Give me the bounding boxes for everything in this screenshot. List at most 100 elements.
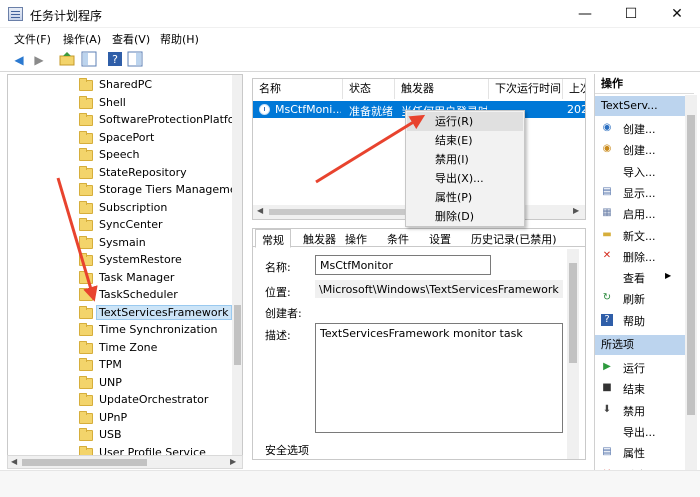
tree-item-label: StateRepository [99,165,187,179]
help-icon[interactable]: ? [106,51,124,69]
action-item[interactable]: ? 帮助 [595,310,687,331]
close-button[interactable]: ✕ [654,0,700,28]
action-item[interactable]: ▬ 新文... [595,225,687,246]
action-item-label: 结束 [623,383,645,397]
tree-item[interactable]: UpdateOrchestrator [8,392,232,410]
column-name[interactable]: 名称 [253,79,343,99]
detail-vertical-scrollbar[interactable] [567,249,579,459]
refresh-icon: ↻ [602,292,612,304]
status-strip [0,470,700,497]
tree-item[interactable]: TPM [8,357,232,375]
action-item[interactable]: ■ 结束 [595,378,687,399]
action-item-label: 删除... [623,250,656,264]
tree-item[interactable]: USB [8,427,232,445]
tree-item-label: Task Manager [99,270,175,284]
tree-item-label: SyncCenter [99,218,163,231]
menu-item-end[interactable]: 结束(E) [407,131,523,150]
tree-item[interactable]: Subscription [8,200,232,218]
menu-item-run[interactable]: 运行(R) [407,112,523,131]
tree-item[interactable]: Task Manager [8,270,232,288]
tree-item[interactable]: Storage Tiers Management [8,182,242,200]
maximize-button[interactable]: ☐ [608,0,654,28]
folder-icon [79,323,93,336]
name-label: 名称: [265,261,291,274]
description-field[interactable]: TextServicesFramework monitor task [315,323,563,433]
actions-section-folder[interactable]: TextServ... [595,96,694,116]
menu-action[interactable]: 操作(A) [63,31,101,47]
action-item[interactable]: 查看 ▶ [595,267,687,288]
author-field [315,301,563,319]
task-detail-pane: 常规 触发器 操作 条件 设置 历史记录(已禁用) 名称: MsCtfMonit… [252,228,586,460]
folder-icon [79,78,93,91]
tab-actions[interactable]: 操作 [345,231,367,247]
action-item[interactable]: ▶ 运行 [595,357,687,378]
menu-item-disable[interactable]: 禁用(I) [407,150,523,169]
menu-file[interactable]: 文件(F) [14,31,51,47]
tab-triggers[interactable]: 触发器 [303,231,336,247]
actions-vertical-scrollbar[interactable] [685,95,697,490]
column-next-run[interactable]: 下次运行时间 [489,79,563,99]
column-last-run[interactable]: 上次 [563,79,585,99]
tree-item[interactable]: Speech [8,147,232,165]
tree-item-label: Speech [99,148,140,161]
name-field[interactable]: MsCtfMonitor [315,255,491,275]
action-item[interactable]: 导入... [595,161,687,182]
menu-item-delete[interactable]: 删除(D) [407,207,523,226]
tab-history[interactable]: 历史记录(已禁用) [471,231,557,247]
forward-arrow-icon[interactable]: ▶ [30,51,48,69]
tree-item[interactable]: SpacePort [8,130,232,148]
up-folder-icon[interactable] [58,51,76,69]
tree-item[interactable]: SystemRestore [8,252,232,270]
toolbar: ◀ ▶ ? [0,48,700,72]
tree-item[interactable]: TextServicesFramework [8,304,232,323]
action-item[interactable]: ▤ 显示... [595,182,687,203]
tree-item[interactable]: SoftwareProtectionPlatform [8,112,242,130]
tab-settings[interactable]: 设置 [429,231,451,247]
tree-item-label: TextServicesFramework [96,304,232,320]
show-hide-tree-icon[interactable] [80,51,98,69]
minimize-button[interactable]: — [562,0,608,28]
back-arrow-icon[interactable]: ◀ [10,51,28,69]
action-item[interactable]: ✕ 删除... [595,246,687,267]
tree-item[interactable]: SharedPC [8,77,232,95]
action-item[interactable]: ↻ 刷新 [595,288,687,309]
action-item[interactable]: ⬇ 禁用 [595,400,687,421]
create-basic-task-icon: ◉ [602,122,612,133]
column-status[interactable]: 状态 [343,79,395,99]
action-item-label: 创建... [623,123,656,136]
menu-item-export[interactable]: 导出(X)... [407,169,523,188]
tree-item[interactable]: UNP [8,375,232,393]
folder-icon [79,340,93,354]
tree-item[interactable]: Time Synchronization [8,322,232,340]
action-item[interactable]: ▤ 属性 [595,442,687,463]
disable-icon: ⬇ [602,403,612,415]
tree-horizontal-scrollbar[interactable]: ◀ ▶ [7,455,243,469]
tab-conditions[interactable]: 条件 [387,231,409,247]
column-trigger[interactable]: 触发器 [395,79,489,99]
actions-section-selected[interactable]: 所选项 [595,335,694,355]
action-item[interactable]: 导出... [595,421,687,442]
tree-item[interactable]: SyncCenter [8,217,232,235]
submenu-arrow-icon: ▶ [665,271,672,281]
location-label: 位置: [265,286,291,299]
menu-item-properties[interactable]: 属性(P) [407,188,523,207]
tree-item[interactable]: Time Zone [8,340,232,358]
action-item[interactable]: ▦ 启用... [595,203,687,224]
tab-general[interactable]: 常规 [255,229,291,248]
menu-bar: 文件(F) 操作(A) 查看(V) 帮助(H) [0,28,700,48]
description-label: 描述: [265,329,291,342]
tree-item[interactable]: Shell [8,95,232,113]
tree-item-label: Shell [99,95,126,109]
tree-vertical-scrollbar[interactable] [232,75,242,459]
show-hide-action-pane-icon[interactable] [126,51,144,69]
action-item[interactable]: ◉ 创建... [595,139,687,160]
tree-item[interactable]: TaskScheduler [8,287,232,305]
menu-help[interactable]: 帮助(H) [160,31,199,47]
tree-item[interactable]: UPnP [8,410,232,428]
tree-item[interactable]: StateRepository [8,165,232,183]
tree-item[interactable]: Sysmain [8,235,232,253]
tree-item-label: UNP [99,375,122,389]
menu-view[interactable]: 查看(V) [112,31,150,47]
enable-icon: ▦ [602,207,612,219]
action-item[interactable]: ◉ 创建... [595,118,687,139]
